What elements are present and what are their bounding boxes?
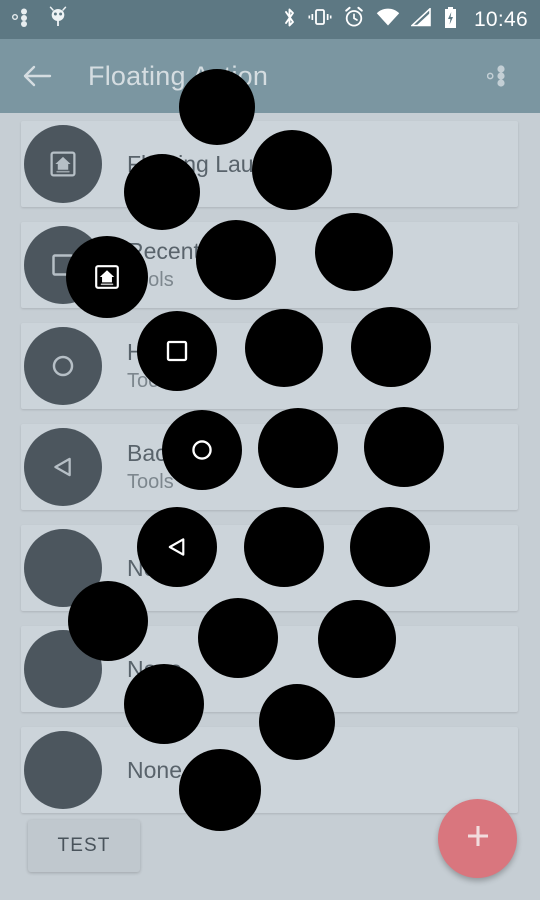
app-toolbar: Floating Action <box>0 39 540 113</box>
list-item-title: None <box>127 757 182 783</box>
arrow-left-icon[interactable] <box>16 55 58 97</box>
floating-bubble[interactable] <box>124 154 200 230</box>
floating-bubble[interactable] <box>179 69 255 145</box>
floating-bubble[interactable] <box>259 684 335 760</box>
overflow-dots-icon[interactable] <box>476 52 524 100</box>
phone-screen: 10:46 Floating Action Floating Launcher R… <box>0 0 540 900</box>
list-item-text: None <box>127 755 182 785</box>
status-bar-clock: 10:46 <box>473 7 528 31</box>
floating-bubble-circle-icon[interactable] <box>162 410 242 490</box>
signal-icon <box>409 6 432 32</box>
battery-charging-icon <box>443 6 458 34</box>
avatar-circle-icon <box>24 327 102 405</box>
status-bar: 10:46 <box>0 0 540 39</box>
test-button[interactable]: TEST <box>28 820 140 872</box>
floating-bubble[interactable] <box>196 220 276 300</box>
floating-bubble-home-icon[interactable] <box>66 236 148 318</box>
floating-bubble[interactable] <box>245 309 323 387</box>
status-bar-left-icons <box>12 6 68 33</box>
vibrate-icon <box>308 6 332 33</box>
android-bug-icon <box>48 6 68 33</box>
floating-bubble[interactable] <box>258 408 338 488</box>
bluetooth-icon <box>282 6 297 34</box>
floating-bubble[interactable] <box>351 307 431 387</box>
floating-bubble[interactable] <box>68 581 148 661</box>
floating-bubble[interactable] <box>318 600 396 678</box>
floating-bubble[interactable] <box>244 507 324 587</box>
debug-dots-icon <box>12 7 34 32</box>
avatar <box>24 731 102 809</box>
add-floating-action-button[interactable] <box>438 799 517 878</box>
floating-bubble[interactable] <box>315 213 393 291</box>
avatar-home-icon <box>24 125 102 203</box>
floating-bubble[interactable] <box>350 507 430 587</box>
floating-bubble-triangle-left-icon[interactable] <box>137 507 217 587</box>
plus-icon <box>462 820 494 857</box>
floating-bubble-square-icon[interactable] <box>137 311 217 391</box>
floating-bubble[interactable] <box>124 664 204 744</box>
floating-bubble[interactable] <box>179 749 261 831</box>
status-bar-right-icons: 10:46 <box>282 6 528 34</box>
floating-bubble[interactable] <box>252 130 332 210</box>
avatar-triangle-left-icon <box>24 428 102 506</box>
alarm-icon <box>343 6 365 33</box>
wifi-icon <box>376 8 400 32</box>
floating-bubble[interactable] <box>364 407 444 487</box>
floating-bubble[interactable] <box>198 598 278 678</box>
